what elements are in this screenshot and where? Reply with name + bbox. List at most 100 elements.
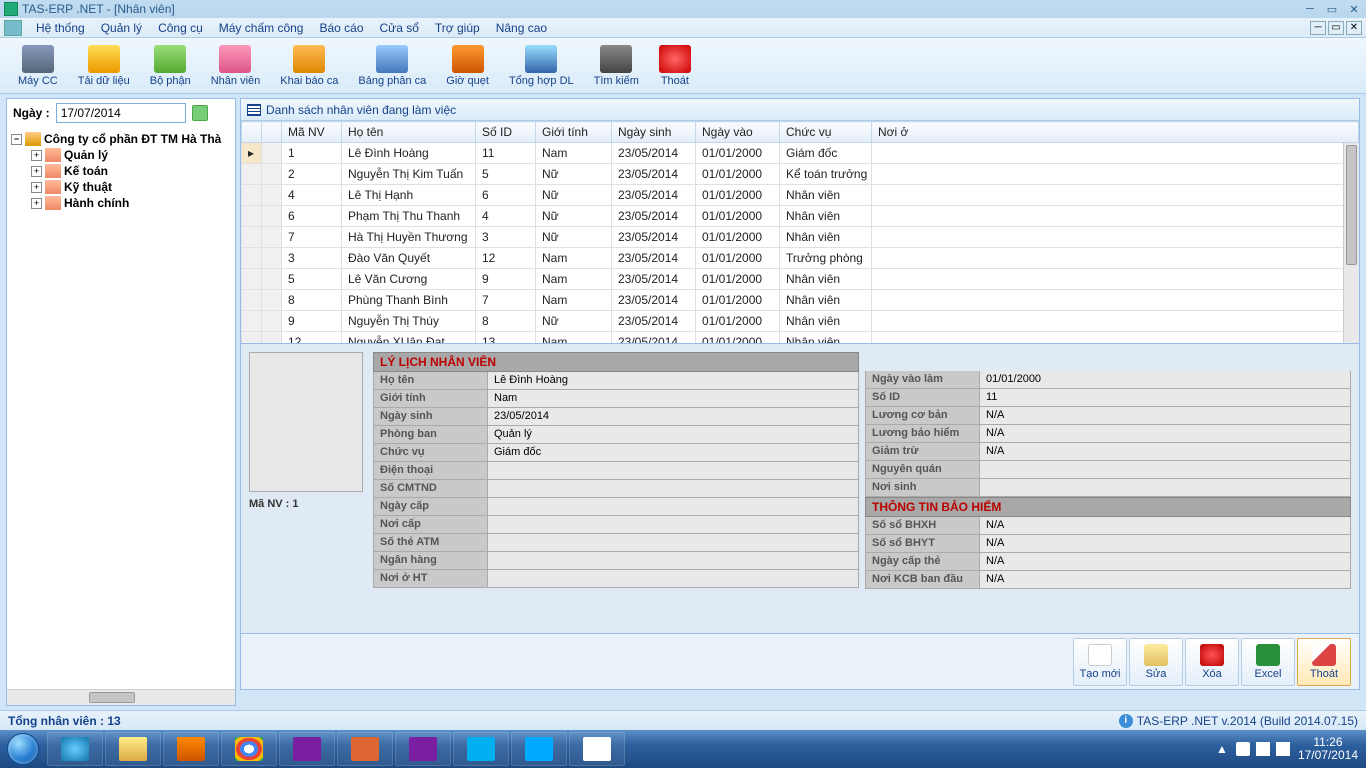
table-row[interactable]: ▸1Lê Đình Hoàng11Nam23/05/201401/01/2000… (242, 143, 1359, 164)
task-media[interactable] (163, 732, 219, 766)
skype-icon (467, 737, 495, 761)
col-số-id[interactable]: Số ID (476, 122, 536, 143)
action-tạo-mới[interactable]: Tạo mới (1073, 638, 1127, 686)
menu-máy-chấm-công[interactable]: Máy chấm công (211, 19, 312, 37)
action-xóa[interactable]: Xóa (1185, 638, 1239, 686)
col-mã-nv[interactable]: Mã NV (282, 122, 342, 143)
refresh-button[interactable] (4, 20, 22, 36)
mdi-minimize-icon[interactable]: ─ (1310, 21, 1326, 35)
collapse-icon[interactable]: − (11, 134, 22, 145)
row-selector[interactable] (242, 332, 262, 344)
menu-nâng-cao[interactable]: Nâng cao (488, 19, 555, 37)
task-yahoo[interactable] (279, 732, 335, 766)
task-app1[interactable] (337, 732, 393, 766)
field-chức-vụ: Chức vụGiám đốc (373, 444, 859, 462)
col-họ-tên[interactable]: Họ tên (342, 122, 476, 143)
table-row[interactable]: 5Lê Văn Cương9Nam23/05/201401/01/2000Nhâ… (242, 269, 1359, 290)
task-folder[interactable] (105, 732, 161, 766)
col-ngày-sinh[interactable]: Ngày sinh (612, 122, 696, 143)
date-input[interactable] (56, 103, 186, 123)
col-chức-vụ[interactable]: Chức vụ (780, 122, 872, 143)
tree-node-quản-lý[interactable]: +Quản lý (29, 147, 233, 163)
field-lương-bảo-hiểm: Lương bảo hiểmN/A (865, 425, 1351, 443)
selector-col (242, 122, 262, 143)
col-ngày-vào[interactable]: Ngày vào (696, 122, 780, 143)
tool-nhân-viên[interactable]: Nhân viên (201, 43, 271, 89)
tool-tổng-hợp-dl[interactable]: Tổng hợp DL (499, 43, 584, 89)
action-excel[interactable]: Excel (1241, 638, 1295, 686)
tool-giờ-quẹt[interactable]: Giờ quẹt (436, 43, 499, 89)
close-icon[interactable]: ✕ (1346, 2, 1362, 16)
table-row[interactable]: 2Nguyễn Thị Kim Tuấn5Nữ23/05/201401/01/2… (242, 164, 1359, 185)
table-row[interactable]: 7Hà Thị Huyền Thương3Nữ23/05/201401/01/2… (242, 227, 1359, 248)
app1-icon (351, 737, 379, 761)
row-selector[interactable] (242, 311, 262, 332)
expand-icon[interactable]: + (31, 198, 42, 209)
tool-tải-dữ-liệu[interactable]: Tải dữ liệu (68, 43, 140, 89)
row-selector[interactable] (242, 269, 262, 290)
expand-icon[interactable]: + (31, 166, 42, 177)
tree-node-kỹ-thuật[interactable]: +Kỹ thuật (29, 179, 233, 195)
mdi-close-icon[interactable]: ✕ (1346, 21, 1362, 35)
tool-thoát[interactable]: Thoát (649, 43, 701, 89)
menu-cửa-sổ[interactable]: Cửa sổ (372, 19, 427, 37)
statusbar: Tổng nhân viên : 13 i TAS-ERP .NET v.201… (0, 710, 1366, 730)
table-row[interactable]: 6Phạm Thị Thu Thanh4Nữ23/05/201401/01/20… (242, 206, 1359, 227)
tree-node-kế-toán[interactable]: +Kế toán (29, 163, 233, 179)
task-skype[interactable] (453, 732, 509, 766)
menu-báo-cáo[interactable]: Báo cáo (311, 19, 371, 37)
task-tv[interactable] (511, 732, 567, 766)
menu-trợ-giúp[interactable]: Trợ giúp (427, 19, 488, 37)
maximize-icon[interactable]: ▭ (1324, 2, 1340, 16)
row-selector[interactable] (242, 248, 262, 269)
table-row[interactable]: 12Nguyễn XUân Đạt13Nam23/05/201401/01/20… (242, 332, 1359, 344)
tool-bộ-phận[interactable]: Bộ phận (140, 43, 201, 89)
window-controls: ─ ▭ ✕ (1302, 2, 1362, 16)
tool-tìm-kiếm[interactable]: Tìm kiếm (584, 43, 649, 89)
toolbar: Máy CCTải dữ liệuBộ phậnNhân viênKhai bá… (0, 38, 1366, 94)
sidebar-hscroll[interactable] (7, 689, 235, 705)
mdi-restore-icon[interactable]: ▭ (1328, 21, 1344, 35)
task-tas[interactable] (569, 732, 625, 766)
tray-icons[interactable]: ▲ (1216, 742, 1290, 756)
rowhead-col (262, 122, 282, 143)
task-ie[interactable] (47, 732, 103, 766)
row-selector[interactable] (242, 227, 262, 248)
row-selector[interactable] (242, 206, 262, 227)
table-row[interactable]: 4Lê Thị Hạnh6Nữ23/05/201401/01/2000Nhân … (242, 185, 1359, 206)
edit-icon (1144, 644, 1168, 666)
row-head (262, 185, 282, 206)
minimize-icon[interactable]: ─ (1302, 2, 1318, 16)
task-app2[interactable] (395, 732, 451, 766)
row-selector[interactable] (242, 164, 262, 185)
tool-bảng-phân-ca[interactable]: Bảng phân ca (348, 43, 436, 89)
tree-node-hành-chính[interactable]: +Hành chính (29, 195, 233, 211)
row-selector[interactable] (242, 185, 262, 206)
start-button[interactable] (0, 730, 46, 768)
expand-icon[interactable]: + (31, 150, 42, 161)
action-sửa[interactable]: Sửa (1129, 638, 1183, 686)
menu-công-cụ[interactable]: Công cụ (150, 19, 211, 37)
tool-máy-cc[interactable]: Máy CC (8, 43, 68, 89)
col-giới-tính[interactable]: Giới tính (536, 122, 612, 143)
col-nơi-ở[interactable]: Nơi ở (872, 122, 1359, 143)
task-chrome[interactable] (221, 732, 277, 766)
refresh-icon[interactable] (192, 105, 208, 121)
row-selector[interactable] (242, 290, 262, 311)
action-thoát[interactable]: Thoát (1297, 638, 1351, 686)
tool-khai-báo-ca[interactable]: Khai báo ca (270, 43, 348, 89)
field-số-cmtnd: Số CMTND (373, 480, 859, 498)
row-selector[interactable]: ▸ (242, 143, 262, 164)
menu-hệ-thống[interactable]: Hệ thống (28, 19, 93, 37)
expand-icon[interactable]: + (31, 182, 42, 193)
system-clock[interactable]: 11:26 17/07/2014 (1298, 736, 1358, 762)
tree-root-label: Công ty cổ phần ĐT TM Hà Thà (44, 132, 221, 146)
table-row[interactable]: 9Nguyễn Thị Thúy8Nữ23/05/201401/01/2000N… (242, 311, 1359, 332)
menu-quản-lý[interactable]: Quản lý (93, 19, 150, 37)
tree-root[interactable]: − Công ty cổ phần ĐT TM Hà Thà (9, 131, 233, 147)
field-nơi-cấp: Nơi cấp (373, 516, 859, 534)
grid-vscroll[interactable] (1343, 143, 1359, 343)
field-số-thẻ-atm: Số thẻ ATM (373, 534, 859, 552)
table-row[interactable]: 8Phùng Thanh Bình7Nam23/05/201401/01/200… (242, 290, 1359, 311)
table-row[interactable]: 3Đào Văn Quyết12Nam23/05/201401/01/2000T… (242, 248, 1359, 269)
